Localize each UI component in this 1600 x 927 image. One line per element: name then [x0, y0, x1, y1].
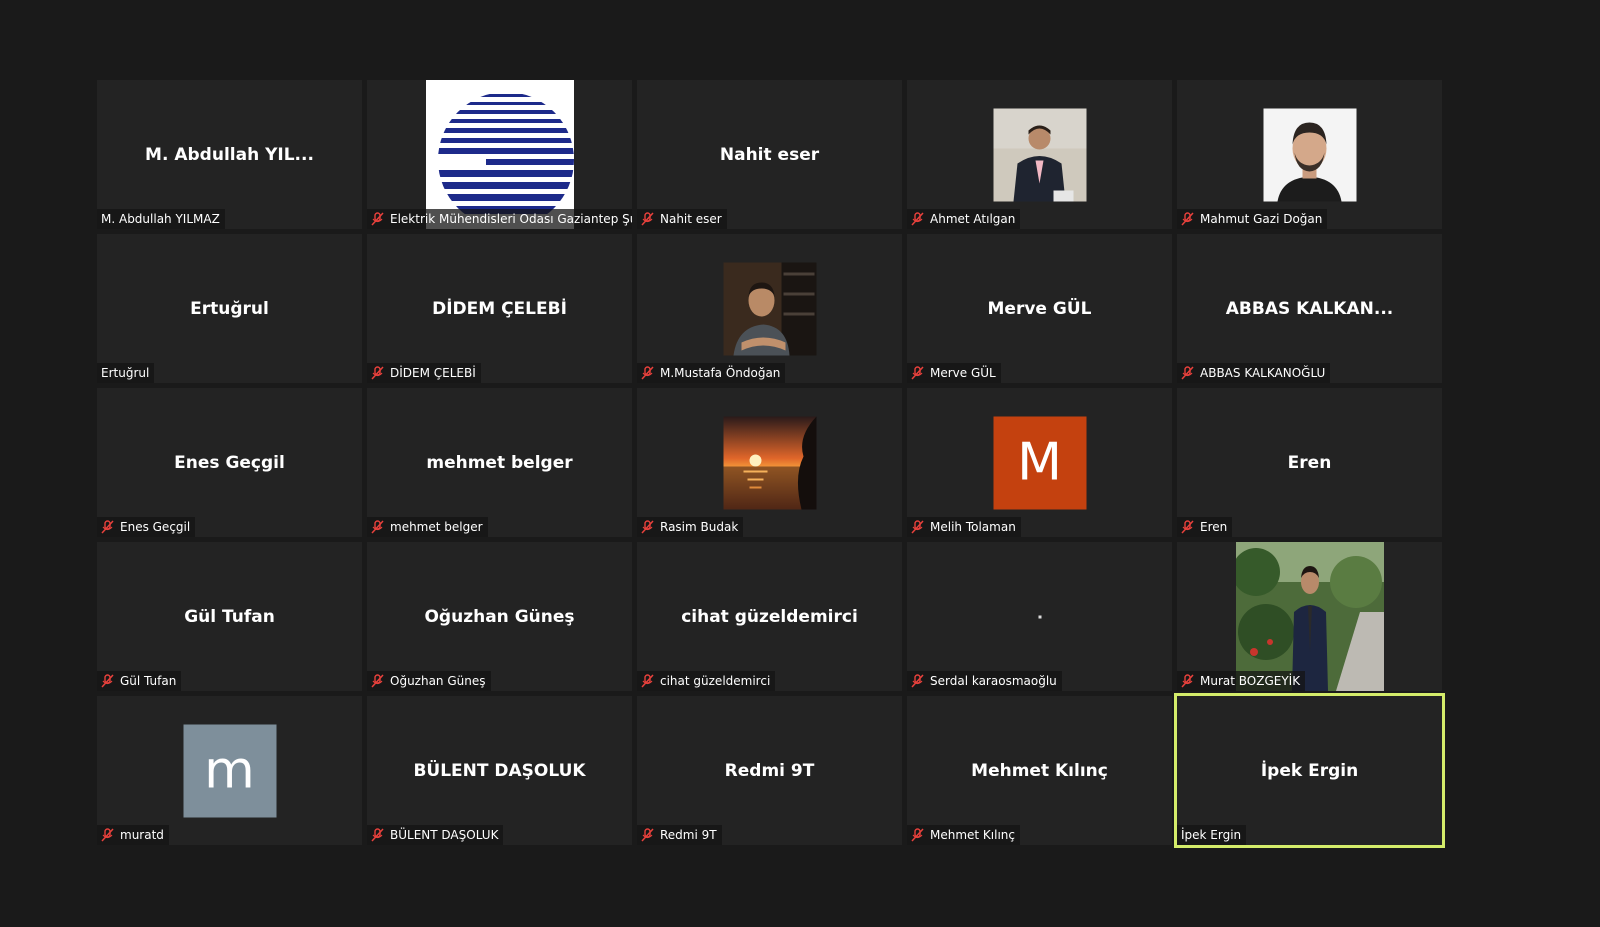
participant-tile[interactable]: cihat güzeldemirci cihat güzeldemirci [637, 542, 902, 691]
participant-name-label: cihat güzeldemirci [637, 671, 776, 691]
avatar-dot [1038, 615, 1041, 618]
logo-stripes-icon [425, 80, 574, 229]
participant-name-label: Redmi 9T [637, 825, 722, 845]
participant-name-label: Murat BOZGEYİK [1177, 671, 1306, 691]
muted-mic-icon [101, 674, 114, 688]
sunset-photo [723, 416, 816, 509]
muted-mic-icon [1181, 212, 1194, 226]
participant-tile[interactable]: m muratd [97, 696, 362, 845]
muted-mic-icon [371, 212, 384, 226]
participant-display-name: Oğuzhan Güneş [424, 606, 575, 627]
muted-mic-icon [911, 828, 924, 842]
avatar-letter: m [183, 724, 276, 817]
muted-mic-icon [911, 366, 924, 380]
muted-mic-icon [371, 674, 384, 688]
participant-tile[interactable]: ABBAS KALKAN... ABBAS KALKANOĞLU [1177, 234, 1442, 383]
muted-mic-icon [911, 674, 924, 688]
muted-mic-icon [101, 828, 114, 842]
participant-tile[interactable]: Redmi 9T Redmi 9T [637, 696, 902, 845]
participant-name-label: Enes Geçgil [97, 517, 196, 537]
participant-display-name: Gül Tufan [184, 606, 275, 627]
participant-tile[interactable]: mehmet belger mehmet belger [367, 388, 632, 537]
participant-name-label: muratd [97, 825, 169, 845]
gallery-view-grid: M. Abdullah YIL... M. Abdullah YILMAZ El… [97, 80, 1445, 848]
participant-name-label: DİDEM ÇELEBİ [367, 363, 481, 383]
participant-tile[interactable]: M. Abdullah YIL... M. Abdullah YILMAZ [97, 80, 362, 229]
muted-mic-icon [641, 828, 654, 842]
participant-display-name: Eren [1287, 452, 1332, 473]
profile-photo [993, 108, 1086, 201]
participant-tile[interactable]: Mahmut Gazi Doğan [1177, 80, 1442, 229]
participant-name-label: Mehmet Kılınç [907, 825, 1021, 845]
participant-display-name: Nahit eser [719, 144, 820, 165]
participant-display-name: ABBAS KALKAN... [1225, 298, 1394, 319]
participant-tile[interactable]: Merve GÜL Merve GÜL [907, 234, 1172, 383]
participant-name-label: mehmet belger [367, 517, 488, 537]
participant-tile[interactable]: Nahit eser Nahit eser [637, 80, 902, 229]
participant-tile[interactable]: Enes Geçgil Enes Geçgil [97, 388, 362, 537]
muted-mic-icon [911, 212, 924, 226]
participant-tile[interactable]: Gül Tufan Gül Tufan [97, 542, 362, 691]
muted-mic-icon [1181, 674, 1194, 688]
muted-mic-icon [371, 520, 384, 534]
participant-name-label: ABBAS KALKANOĞLU [1177, 363, 1331, 383]
participant-display-name: Ertuğrul [190, 298, 269, 319]
participant-name-label: Mahmut Gazi Doğan [1177, 209, 1328, 229]
muted-mic-icon [911, 520, 924, 534]
participant-tile[interactable]: Serdal karaosmaoğlu [907, 542, 1172, 691]
participant-display-name: M. Abdullah YIL... [145, 144, 314, 165]
participant-display-name: İpek Ergin [1260, 760, 1359, 781]
participant-tile[interactable]: Oğuzhan Güneş Oğuzhan Güneş [367, 542, 632, 691]
participant-display-name: Enes Geçgil [174, 452, 285, 473]
muted-mic-icon [1181, 520, 1194, 534]
muted-mic-icon [371, 366, 384, 380]
muted-mic-icon [641, 212, 654, 226]
participant-display-name: DİDEM ÇELEBİ [432, 298, 567, 319]
participant-display-name: Redmi 9T [724, 760, 815, 781]
profile-photo [1263, 108, 1356, 201]
profile-photo [723, 262, 816, 355]
participant-tile[interactable]: M.Mustafa Öndoğan [637, 234, 902, 383]
participant-display-name: Mehmet Kılınç [971, 760, 1108, 781]
muted-mic-icon [641, 366, 654, 380]
participant-tile[interactable]: M Melih Tolaman [907, 388, 1172, 537]
participant-display-name: mehmet belger [426, 452, 573, 473]
muted-mic-icon [371, 828, 384, 842]
muted-mic-icon [641, 520, 654, 534]
muted-mic-icon [101, 520, 114, 534]
participant-name-label: M. Abdullah YILMAZ [97, 209, 225, 229]
participant-name-label: İpek Ergin [1177, 825, 1247, 845]
participant-tile[interactable]: BÜLENT DAŞOLUK BÜLENT DAŞOLUK [367, 696, 632, 845]
participant-name-label: Rasim Budak [637, 517, 744, 537]
participant-display-name: cihat güzeldemirci [681, 606, 858, 627]
participant-name-label: Ahmet Atılgan [907, 209, 1021, 229]
participant-name-label: Oğuzhan Güneş [367, 671, 491, 691]
participant-name-label: Eren [1177, 517, 1233, 537]
participant-tile[interactable]: Eren Eren [1177, 388, 1442, 537]
muted-mic-icon [641, 674, 654, 688]
participant-tile[interactable]: Murat BOZGEYİK [1177, 542, 1442, 691]
muted-mic-icon [1181, 366, 1194, 380]
participant-tile[interactable]: Ahmet Atılgan [907, 80, 1172, 229]
participant-display-name: BÜLENT DAŞOLUK [413, 760, 586, 781]
participant-name-label: Nahit eser [637, 209, 727, 229]
participant-tile[interactable]: Elektrik Mühendisleri Odası Gaziantep Şu… [367, 80, 632, 229]
participant-tile[interactable]: DİDEM ÇELEBİ DİDEM ÇELEBİ [367, 234, 632, 383]
participant-tile[interactable]: Mehmet Kılınç Mehmet Kılınç [907, 696, 1172, 845]
participant-name-label: Merve GÜL [907, 363, 1001, 383]
participant-name-label: Elektrik Mühendisleri Odası Gaziantep Şu… [367, 209, 632, 229]
participant-name-label: Serdal karaosmaoğlu [907, 671, 1062, 691]
participant-display-name: Merve GÜL [987, 298, 1092, 319]
garden-photo [1235, 542, 1384, 691]
avatar-letter: M [993, 416, 1086, 509]
participant-tile[interactable]: Ertuğrul Ertuğrul [97, 234, 362, 383]
participant-name-label: M.Mustafa Öndoğan [637, 363, 786, 383]
participant-name-label: Ertuğrul [97, 363, 155, 383]
participant-name-label: Melih Tolaman [907, 517, 1021, 537]
participant-tile[interactable]: Rasim Budak [637, 388, 902, 537]
participant-name-label: Gül Tufan [97, 671, 182, 691]
participant-name-label: BÜLENT DAŞOLUK [367, 825, 504, 845]
active-speaker-tile[interactable]: İpek Ergin İpek Ergin [1174, 693, 1445, 848]
